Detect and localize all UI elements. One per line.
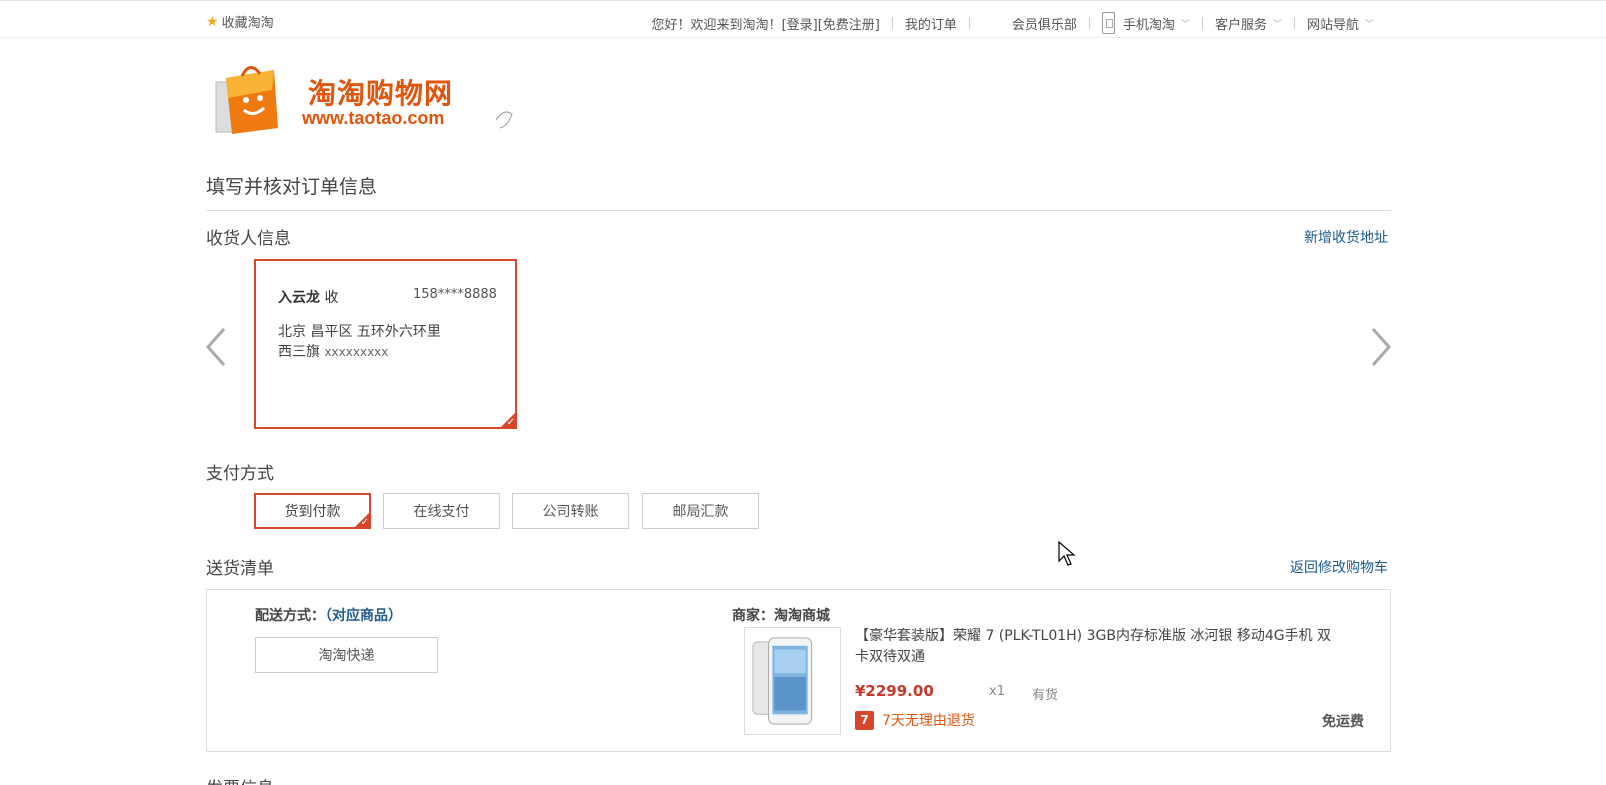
welcome-group: 您好！欢迎来到淘淘！ [登录] [免费注册] xyxy=(640,14,892,33)
delivery-box: 配送方式：（对应商品） 淘淘快递 商家：淘淘商城 【豪华套装版】荣耀 7 (PL… xyxy=(206,589,1391,752)
chevron-down-icon: ﹀ xyxy=(1180,19,1190,30)
consignee-name: 入云龙 xyxy=(278,290,320,306)
chevron-right-icon[interactable] xyxy=(1367,325,1393,369)
return-policy-text: 7天无理由退货 xyxy=(882,713,975,729)
check-icon: ✓ xyxy=(500,412,516,428)
product-price: ¥2299.00 xyxy=(855,682,934,700)
tag-icon xyxy=(495,111,513,129)
star-icon: ★ xyxy=(206,13,219,30)
address-line-2: 西三旗 xxxxxxxxx xyxy=(278,341,388,361)
payment-option-label: 在线支付 xyxy=(413,504,470,520)
payment-option-online[interactable]: 在线支付 xyxy=(383,493,500,529)
phone-product-icon xyxy=(752,637,813,725)
add-address-link[interactable]: 新增收货地址 xyxy=(1304,227,1388,247)
register-link[interactable]: [免费注册] xyxy=(818,14,880,33)
shopping-bag-icon xyxy=(215,66,278,134)
site-nav-label: 网站导航 xyxy=(1306,17,1359,33)
ship-option-button[interactable]: 淘淘快递 xyxy=(255,637,438,673)
phone-icon xyxy=(1101,12,1115,34)
product-image[interactable] xyxy=(744,627,841,735)
ship-method-label: 配送方式：（对应商品） xyxy=(255,605,402,625)
favorite-label: 收藏淘淘 xyxy=(221,16,274,31)
merchant-label: 商家：淘淘商城 xyxy=(732,608,830,624)
return-policy-badge: 7 7天无理由退货 xyxy=(855,710,975,730)
payment-option-postal[interactable]: 邮局汇款 xyxy=(642,493,759,529)
consignee-name-suffix: 收 xyxy=(324,290,339,306)
site-logo[interactable]: 淘淘购物网 www.taotao.com xyxy=(212,60,513,140)
mobile-label: 手机淘淘 xyxy=(1122,17,1175,33)
top-bar: ★ 收藏淘淘 您好！欢迎来到淘淘！ [登录] [免费注册] 我的订单 会员俱乐部… xyxy=(0,0,1606,38)
seven-day-return-icon: 7 xyxy=(855,710,874,730)
logo-domain: www.taotao.com xyxy=(302,108,445,128)
chevron-down-icon: ﹀ xyxy=(1364,19,1374,30)
ship-method-text: 配送方式： xyxy=(255,608,325,624)
payment-option-transfer[interactable]: 公司转账 xyxy=(512,493,629,529)
top-nav: 您好！欢迎来到淘淘！ [登录] [免费注册] 我的订单 会员俱乐部 手机淘淘 ﹀… xyxy=(640,12,1386,34)
mobile-menu[interactable]: 手机淘淘 ﹀ xyxy=(1090,12,1202,34)
chevron-left-icon[interactable] xyxy=(204,325,230,369)
shipping-fee: 免运费 xyxy=(1322,714,1364,730)
login-link[interactable]: [登录] xyxy=(782,14,818,33)
back-to-cart-link[interactable]: 返回修改购物车 xyxy=(1290,557,1388,577)
consignee-section-title: 收货人信息 xyxy=(206,229,291,249)
customer-service-label: 客户服务 xyxy=(1214,17,1267,33)
address-line-2-prefix: 西三旗 xyxy=(278,344,320,360)
check-icon: ✓ xyxy=(354,512,370,528)
site-nav-menu[interactable]: 网站导航 ﹀ xyxy=(1295,14,1386,33)
consignee-name-group: 入云龙 收 xyxy=(278,287,338,307)
product-title[interactable]: 【豪华套装版】荣耀 7 (PLK-TL01H) 3GB内存标准版 冰河银 移动4… xyxy=(855,626,1345,668)
favorite-link[interactable]: ★ 收藏淘淘 xyxy=(206,12,274,32)
payment-option-label: 公司转账 xyxy=(542,504,599,520)
chevron-down-icon: ﹀ xyxy=(1272,19,1282,30)
my-orders-link[interactable]: 我的订单 xyxy=(893,14,969,33)
page-title: 填写并核对订单信息 xyxy=(206,176,378,198)
payment-option-cod[interactable]: 货到付款 ✓ xyxy=(254,493,371,529)
payment-section-title: 支付方式 xyxy=(206,464,274,484)
payment-option-label: 货到付款 xyxy=(284,504,341,520)
delivery-section-title: 送货清单 xyxy=(206,559,274,579)
address-line-1: 北京 昌平区 五环外六环里 xyxy=(278,324,441,340)
ship-method-link[interactable]: （对应商品） xyxy=(325,608,402,624)
welcome-text: 您好！欢迎来到淘淘！ xyxy=(651,17,782,33)
my-orders-label: 我的订单 xyxy=(904,17,957,33)
member-club-label: 会员俱乐部 xyxy=(1011,17,1077,33)
address-card-selected[interactable]: 入云龙 收 158****8888 北京 昌平区 五环外六环里 西三旗 xxxx… xyxy=(254,259,517,429)
customer-service-menu[interactable]: 客户服务 ﹀ xyxy=(1203,14,1294,33)
logo-chinese-name: 淘淘购物网 xyxy=(308,77,454,110)
invoice-section-title: 发票信息 xyxy=(206,774,274,785)
address-detail: xxxxxxxxx xyxy=(324,345,389,359)
payment-option-label: 邮局汇款 xyxy=(672,504,729,520)
ship-option-label: 淘淘快递 xyxy=(318,648,375,664)
mouse-cursor-icon xyxy=(1058,541,1076,566)
consignee-phone: 158****8888 xyxy=(413,287,497,302)
stock-status: 有货 xyxy=(1032,688,1059,703)
divider xyxy=(206,210,1391,211)
member-club-link[interactable]: 会员俱乐部 xyxy=(970,14,1089,33)
product-quantity: x1 xyxy=(989,684,1005,699)
